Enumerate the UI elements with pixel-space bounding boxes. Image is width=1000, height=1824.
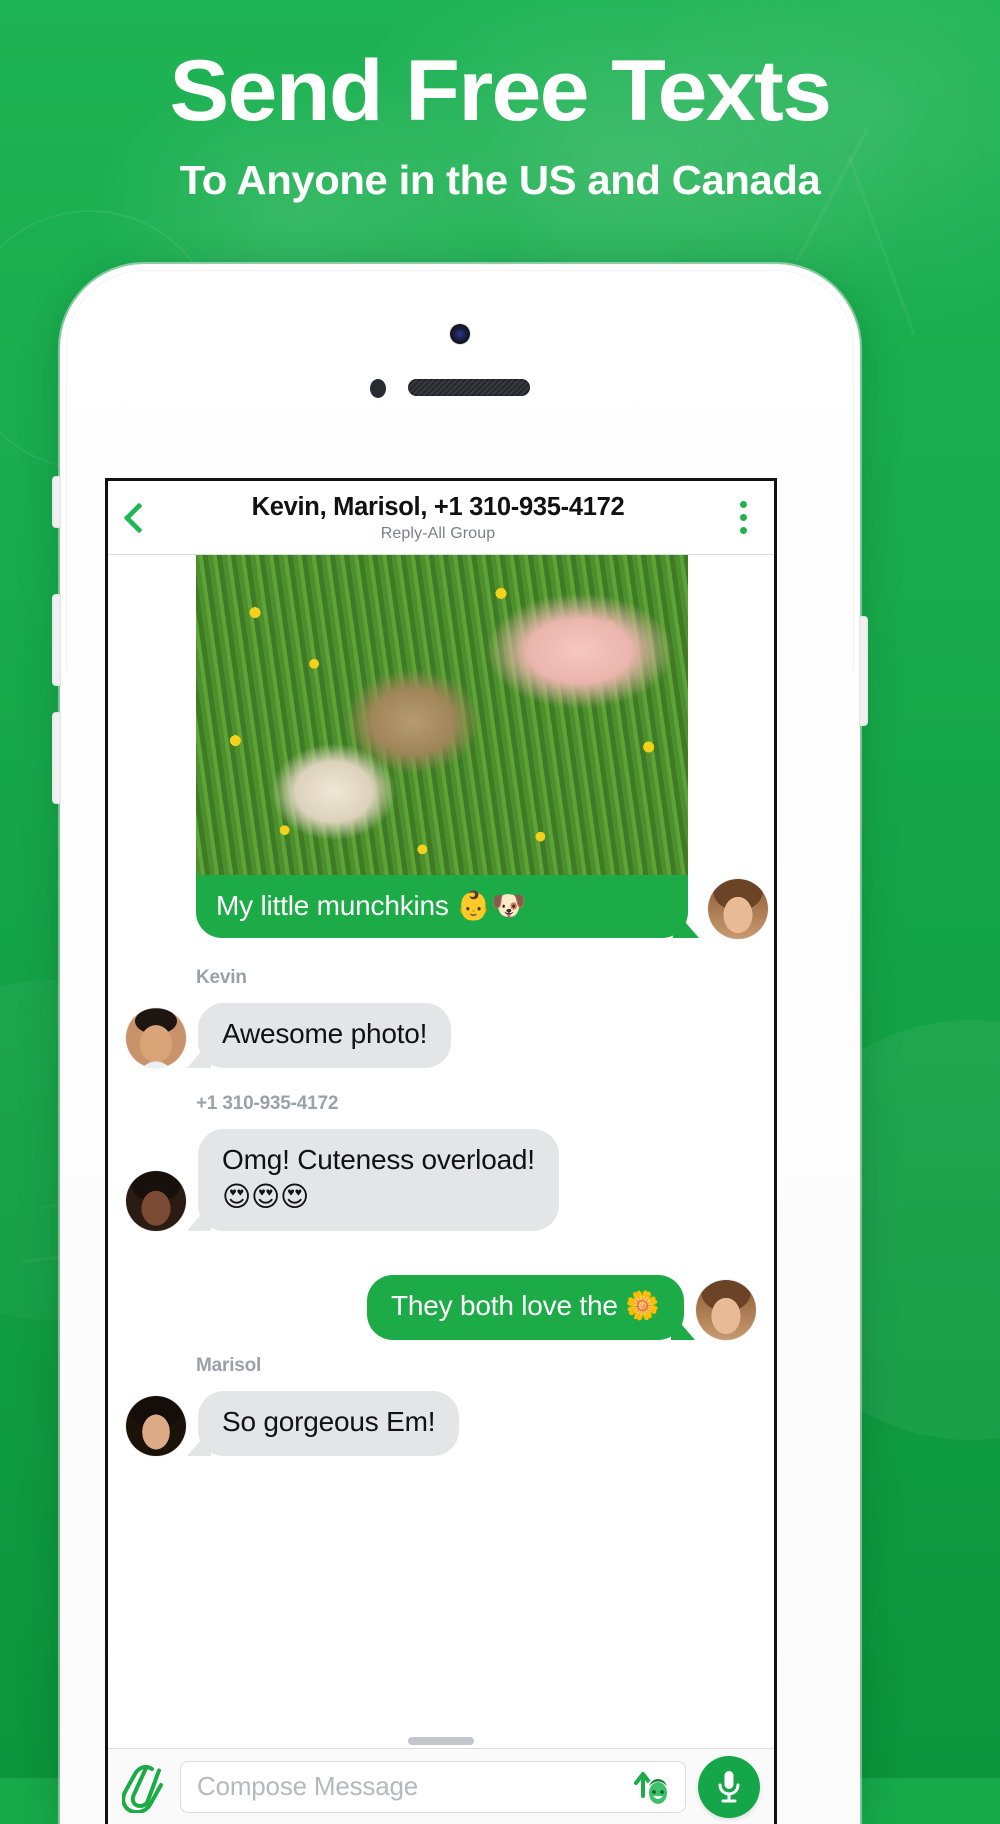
avatar-em[interactable] [708,879,768,939]
compose-input[interactable]: Compose Message [180,1760,686,1813]
bubble-text: They both love the [390,1290,626,1321]
message-photo-image[interactable] [196,555,688,875]
scroll-handle[interactable] [408,1737,474,1745]
caption-text: My little munchkins [216,890,457,921]
message-row-incoming-unknown[interactable]: Omg! Cuteness overload! 😍😍😍 [126,1129,559,1231]
kebab-dot [739,501,747,508]
kebab-dot [739,527,747,534]
bubble-emoji: 😍😍😍 [222,1179,309,1213]
send-up-arrow-icon[interactable] [629,1766,675,1808]
message-bubble-outgoing[interactable]: They both love the 🌼 [366,1275,684,1340]
message-photo-outgoing[interactable]: My little munchkins 👶🐶 [196,555,688,938]
compose-placeholder: Compose Message [197,1771,418,1801]
conversation-title: Kevin, Marisol, +1 310-935-4172 [251,492,625,521]
earpiece-speaker [408,379,530,396]
sender-label-marisol: Marisol [196,1355,262,1376]
back-button[interactable] [108,501,170,534]
kebab-menu-icon[interactable] [712,501,774,534]
sender-label-kevin: Kevin [196,967,247,988]
promo-subheadline: To Anyone in the US and Canada [179,157,821,203]
bubble-emoji: 🌼 [625,1289,660,1322]
avatar-unknown[interactable] [126,1170,186,1231]
message-photo-caption: My little munchkins 👶🐶 [196,875,688,938]
promo-headline: Send Free Texts [169,43,832,139]
paperclip-icon[interactable] [122,1761,168,1813]
conversation-subtitle: Reply-All Group [380,524,496,542]
front-camera [450,324,470,344]
microphone-icon[interactable] [698,1755,760,1818]
proximity-sensor [370,379,386,398]
sender-label-phone: +1 310-935-4172 [196,1093,339,1114]
conversation-titles[interactable]: Kevin, Marisol, +1 310-935-4172 Reply-Al… [164,493,712,543]
message-row-incoming-marisol[interactable]: So gorgeous Em! [126,1391,460,1456]
power-button[interactable] [859,616,868,726]
promo-text-block: Send Free Texts To Anyone in the US and … [0,48,1000,203]
mute-switch[interactable] [52,476,61,528]
volume-down-button[interactable] [52,712,61,804]
message-bubble-incoming[interactable]: Omg! Cuteness overload! 😍😍😍 [198,1129,559,1231]
caption-emoji: 👶🐶 [456,889,526,922]
avatar-kevin[interactable] [126,1007,186,1068]
message-bubble-incoming[interactable]: Awesome photo! [198,1003,452,1068]
message-list[interactable]: My little munchkins 👶🐶 Kevin Awesome pho… [108,555,774,1751]
back-chevron-icon [123,501,155,534]
bubble-text: Omg! Cuteness overload! [222,1144,535,1175]
message-row-outgoing[interactable]: They both love the 🌼 [366,1275,756,1340]
volume-up-button[interactable] [52,594,61,686]
compose-bar: Compose Message [108,1748,774,1824]
message-bubble-incoming[interactable]: So gorgeous Em! [198,1391,460,1456]
phone-mockup: Kevin, Marisol, +1 310-935-4172 Reply-Al… [52,264,868,1824]
kebab-dot [739,514,747,521]
avatar-em[interactable] [696,1279,756,1340]
chat-header: Kevin, Marisol, +1 310-935-4172 Reply-Al… [108,481,774,555]
message-row-incoming-kevin[interactable]: Awesome photo! [126,1003,452,1068]
avatar-marisol[interactable] [126,1395,186,1456]
phone-screen: Kevin, Marisol, +1 310-935-4172 Reply-Al… [105,478,777,1824]
